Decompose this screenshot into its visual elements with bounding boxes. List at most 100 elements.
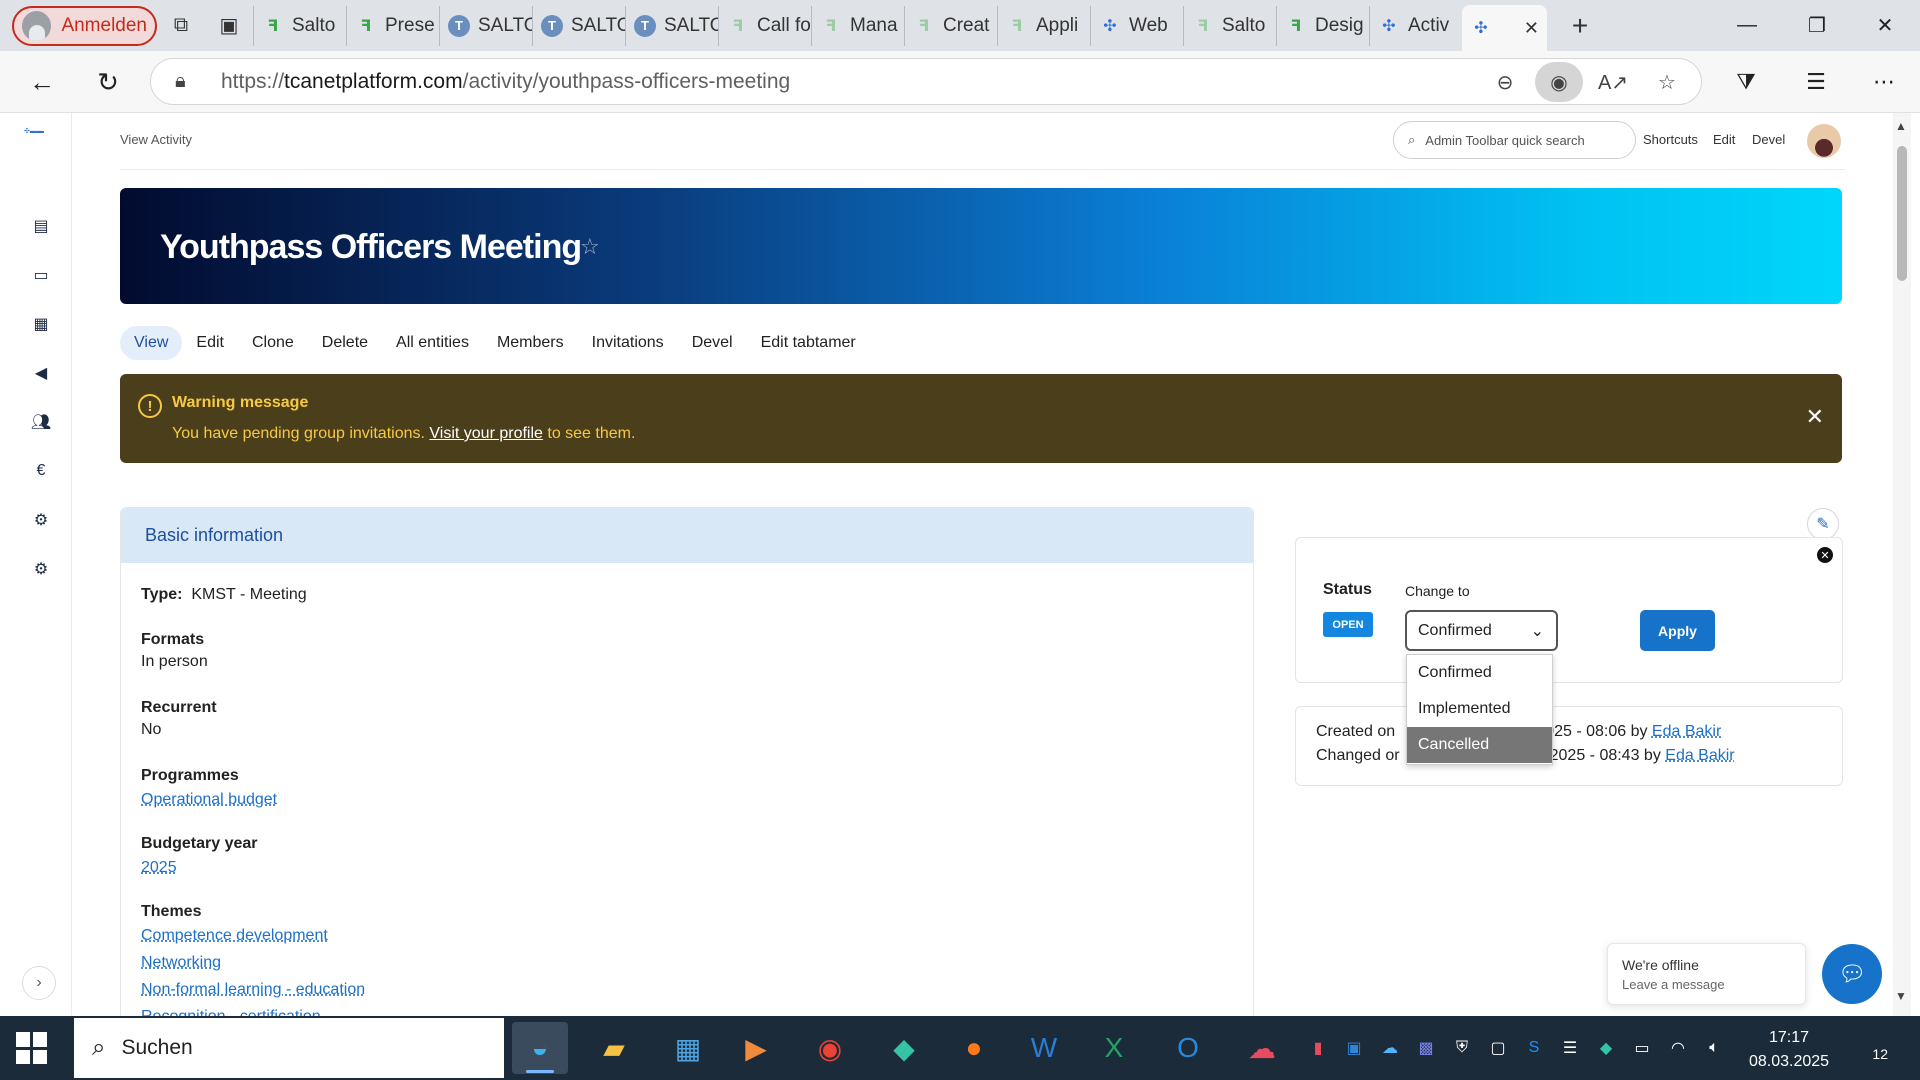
chrome-icon[interactable]: ◉ (802, 1022, 858, 1074)
scroll-up-icon[interactable]: ▲ (1895, 119, 1907, 133)
tab-members[interactable]: Members (483, 326, 578, 360)
euro-icon[interactable]: € (28, 458, 54, 484)
media-player-icon[interactable]: ▶ (728, 1022, 784, 1074)
browser-tab[interactable]: ꟻ Salto (1183, 5, 1276, 46)
read-aloud-icon[interactable]: A↗ (1589, 62, 1637, 102)
edit-link[interactable]: Edit (1713, 132, 1735, 147)
chat-offline-bubble[interactable]: We're offline Leave a message (1607, 943, 1806, 1005)
tab-view[interactable]: View (120, 326, 183, 360)
taskbar-search-input[interactable]: ⌕ Suchen (74, 1018, 504, 1078)
notification-icon[interactable]: 12 (1858, 1034, 1888, 1062)
chat-icon[interactable]: 💬︎ (1822, 944, 1882, 1004)
status-select[interactable]: Confirmed ⌄ (1405, 610, 1558, 651)
theme-link[interactable]: Networking (141, 951, 365, 975)
more-menu-icon[interactable]: ⋯ (1858, 60, 1910, 104)
users-icon[interactable]: 👥︎ (28, 409, 54, 435)
admin-search-input[interactable]: ⌕ Admin Toolbar quick search (1393, 121, 1636, 159)
tray-app-icon[interactable]: ▮ (1306, 1036, 1330, 1060)
theme-link[interactable]: Competence development (141, 924, 365, 948)
extensions-icon[interactable]: ⧩ (1720, 60, 1772, 104)
refresh-icon[interactable]: ↻ (82, 60, 134, 104)
browser-tab[interactable]: ꟻ Appli (997, 5, 1090, 46)
tray-outlook-icon[interactable]: ▣ (1342, 1036, 1366, 1060)
word-icon[interactable]: W (1016, 1022, 1072, 1074)
star-icon[interactable]: ☆ (580, 234, 600, 260)
calendar-icon[interactable]: ▦ (28, 311, 54, 337)
tray-box-icon[interactable]: ▢ (1486, 1036, 1510, 1060)
page-scrollbar[interactable]: ▲ ▼ (1893, 113, 1911, 1016)
back-icon[interactable]: ← (16, 60, 68, 104)
battery-icon[interactable]: ▭ (1630, 1036, 1654, 1060)
browser-tab[interactable]: TSALTO (439, 5, 532, 46)
apply-button[interactable]: Apply (1640, 610, 1715, 651)
outlook-icon[interactable]: O (1160, 1022, 1216, 1074)
browser-tab[interactable]: ✣ Activ (1369, 5, 1462, 46)
browser-tab[interactable]: ꟻ Salto (253, 5, 346, 46)
id-card-icon[interactable]: ▭ (28, 262, 54, 288)
onedrive-icon[interactable]: ☁ (1378, 1036, 1402, 1060)
wifi-icon[interactable]: ◠ (1666, 1036, 1690, 1060)
devel-link[interactable]: Devel (1752, 132, 1785, 147)
firefox-icon[interactable]: ● (946, 1022, 1002, 1074)
megaphone-icon[interactable]: ◀ (28, 360, 54, 386)
browser-tab[interactable]: ꟻ Desig (1276, 5, 1369, 46)
expand-sidebar-chevron-right-icon[interactable]: › (22, 966, 56, 1000)
close-tab-icon[interactable]: ✕ (1524, 18, 1539, 39)
building-icon[interactable]: ▤ (28, 213, 54, 239)
visit-profile-link[interactable]: Visit your profile (429, 425, 543, 442)
taskbar-clock[interactable]: 17:17 08.03.2025 (1745, 1026, 1833, 1074)
close-icon[interactable]: ✕ (1817, 547, 1833, 563)
created-by-link[interactable]: Eda Bakir (1652, 723, 1721, 740)
close-icon[interactable]: ✕ (1806, 404, 1824, 430)
vertical-tabs-icon[interactable]: ▣ (205, 6, 253, 46)
teams-icon[interactable]: ▩ (1414, 1036, 1438, 1060)
changed-by-link[interactable]: Eda Bakir (1665, 747, 1734, 764)
tab-delete[interactable]: Delete (308, 326, 382, 360)
browser-tab-active[interactable]: ✣ ✕ (1462, 5, 1547, 51)
zoom-out-icon[interactable]: ⊖ (1481, 62, 1529, 102)
site-logo-icon[interactable]: ✣▬▬ (24, 127, 64, 145)
excel-icon[interactable]: X (1086, 1022, 1142, 1074)
new-tab-button[interactable]: + (1553, 6, 1607, 46)
tray-list-icon[interactable]: ☰ (1558, 1036, 1582, 1060)
settings-alt-icon[interactable]: ⚙ (28, 556, 54, 582)
budgetary-year-link[interactable]: 2025 (141, 856, 258, 880)
browser-tab[interactable]: ꟻ Creat (904, 5, 997, 46)
minimize-icon[interactable]: — (1712, 0, 1782, 51)
volume-icon[interactable]: 🔈︎ (1702, 1036, 1726, 1060)
theme-link[interactable]: Recognition - certification (141, 1005, 365, 1016)
tray-diamond-icon[interactable]: ◆ (1594, 1036, 1618, 1060)
tab-edit[interactable]: Edit (182, 326, 238, 360)
programme-link[interactable]: Operational budget (141, 788, 277, 812)
file-explorer-icon[interactable]: ▰ (586, 1022, 642, 1074)
browser-tab[interactable]: ꟻ Call fo (718, 5, 811, 46)
tab-edit-tabtamer[interactable]: Edit tabtamer (747, 326, 870, 360)
tab-devel[interactable]: Devel (678, 326, 747, 360)
option-implemented[interactable]: Implemented (1407, 691, 1552, 727)
scroll-down-icon[interactable]: ▼ (1895, 989, 1907, 1003)
windows-start-icon[interactable] (16, 1032, 48, 1064)
browser-tab[interactable]: ✣ Web (1090, 5, 1183, 46)
option-cancelled[interactable]: Cancelled (1407, 727, 1552, 763)
tray-s-icon[interactable]: S (1522, 1036, 1546, 1060)
workspaces-icon[interactable]: ⧉ (157, 6, 205, 46)
browser-tab[interactable]: ꟻ Prese (346, 5, 439, 46)
favorite-star-icon[interactable]: ☆ (1643, 62, 1691, 102)
settings-icon[interactable]: ⚙ (28, 507, 54, 533)
tab-clone[interactable]: Clone (238, 326, 308, 360)
edge-icon[interactable]: ◒ (512, 1022, 568, 1074)
url-field[interactable]: 🔒︎ https://tcanetplatform.com/activity/y… (150, 58, 1702, 105)
avatar[interactable] (1807, 124, 1841, 158)
tab-invitations[interactable]: Invitations (578, 326, 678, 360)
shortcuts-link[interactable]: Shortcuts (1643, 132, 1698, 147)
browser-tab[interactable]: TSALTO (625, 5, 718, 46)
restore-icon[interactable]: ❐ (1782, 0, 1852, 51)
favorites-icon[interactable]: ☰ (1790, 60, 1842, 104)
profile-button[interactable]: Anmelden (12, 5, 157, 46)
tracking-prevention-icon[interactable]: ◉ (1535, 62, 1583, 102)
browser-tab[interactable]: ꟻ Mana (811, 5, 904, 46)
app-cloud-icon[interactable]: ☁ (1234, 1022, 1290, 1074)
scrollbar-thumb[interactable] (1897, 146, 1907, 281)
app-diamond-icon[interactable]: ◆ (876, 1022, 932, 1074)
close-window-icon[interactable]: ✕ (1850, 0, 1920, 51)
